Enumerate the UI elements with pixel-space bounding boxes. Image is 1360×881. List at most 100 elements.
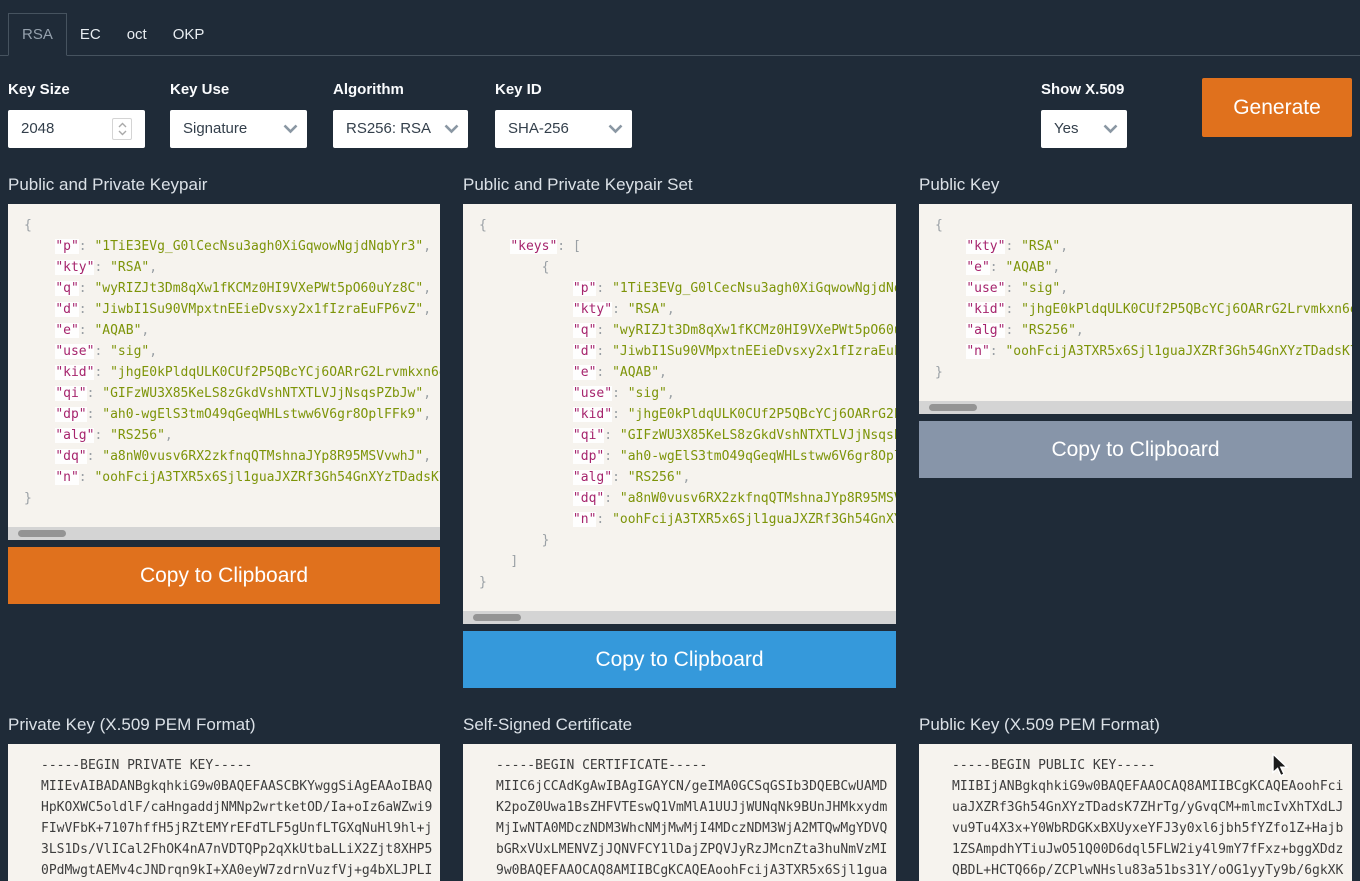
- generate-button[interactable]: Generate: [1202, 78, 1352, 137]
- code-line: 9w0BAQEFAAOCAQ8AMIIBCgKCAQEAoohFcijA3TXR…: [496, 860, 896, 881]
- certificate-panel: Self-Signed Certificate -----BEGIN CERTI…: [463, 710, 896, 881]
- keypair-set-json-code: { "keys": [ { "p": "1TiE3EVg_G0lCecNsu3a…: [463, 204, 896, 624]
- code-line: "keys": [: [479, 236, 896, 257]
- algorithm-field: Algorithm RS256: RSA: [333, 82, 468, 148]
- chevron-down-icon: [605, 124, 623, 134]
- mkjwk-json-web-key-generator: RSA EC oct OKP Key Size 2048 Key Use Sig…: [0, 0, 1360, 881]
- show-x509-label: Show X.509: [1041, 82, 1127, 97]
- code-line: "alg": "RS256",: [479, 467, 896, 488]
- algorithm-select[interactable]: RS256: RSA: [333, 110, 468, 148]
- panel-title: Public Key (X.509 PEM Format): [919, 710, 1352, 744]
- key-use-label: Key Use: [170, 82, 307, 97]
- code-line: -----BEGIN PRIVATE KEY-----: [41, 755, 440, 776]
- key-size-value: 2048: [21, 120, 54, 137]
- copy-to-clipboard-button[interactable]: Copy to Clipboard: [463, 631, 896, 688]
- code-line: "kid": "jhgE0kPldqULK0CUf2P5QBcYCj6OARrG…: [479, 404, 896, 425]
- algorithm-value: RS256: RSA: [346, 120, 431, 137]
- key-id-field: Key ID SHA-256: [495, 82, 632, 148]
- code-line: }: [24, 488, 440, 509]
- code-line: "kty": "RSA",: [935, 236, 1352, 257]
- certificate-pem-code: -----BEGIN CERTIFICATE-----MIIC6jCCAdKgA…: [463, 744, 896, 881]
- spinner-up-icon[interactable]: [118, 122, 127, 128]
- tab-ec[interactable]: EC: [67, 14, 114, 55]
- private-key-pem-panel: Private Key (X.509 PEM Format) -----BEGI…: [8, 710, 440, 881]
- key-id-value: SHA-256: [508, 120, 569, 137]
- key-use-select[interactable]: Signature: [170, 110, 307, 148]
- tab-rsa[interactable]: RSA: [8, 13, 67, 56]
- code-line: }: [479, 572, 896, 593]
- panel-title: Public and Private Keypair: [8, 170, 440, 204]
- keypair-panel: Public and Private Keypair { "p": "1TiE3…: [8, 170, 440, 604]
- chevron-down-icon: [441, 124, 459, 134]
- panel-title: Public and Private Keypair Set: [463, 170, 896, 204]
- show-x509-field: Show X.509 Yes: [1041, 82, 1127, 148]
- code-line: FIwVFbK+7107hffH5jRZtEMYrEFdTLF5gUnfLTGX…: [41, 818, 440, 839]
- code-line: 0PdMwgtAEMv4cJNDrqn9kI+XA0eyW7zdrnVuzfVj…: [41, 860, 440, 881]
- code-line: "kid": "jhgE0kPldqULK0CUf2P5QBcYCj6OARrG…: [24, 362, 440, 383]
- code-line: "e": "AQAB",: [24, 320, 440, 341]
- code-line: "n": "oohFcijA3TXR5x6Sjl1guaJXZRf3Gh54Gn…: [935, 341, 1352, 362]
- code-line: "alg": "RS256",: [24, 425, 440, 446]
- code-line: "n": "oohFcijA3TXR5x6Sjl1guaJXZRf3Gh54Gn…: [479, 509, 896, 530]
- code-line: }: [479, 530, 896, 551]
- code-line: "d": "JiwbI1Su90VMpxtnEEieDvsxy2x1fIzraE…: [479, 341, 896, 362]
- spinner-down-icon[interactable]: [118, 130, 127, 136]
- key-id-label: Key ID: [495, 82, 632, 97]
- code-line: MIIBIjANBgkqhkiG9w0BAQEFAAOCAQ8AMIIBCgKC…: [952, 776, 1352, 797]
- code-line: "qi": "GIFzWU3X85KeLS8zGkdVshNTXTLVJjNsq…: [479, 425, 896, 446]
- code-line: "e": "AQAB",: [935, 257, 1352, 278]
- public-key-json-code: { "kty": "RSA", "e": "AQAB", "use": "sig…: [919, 204, 1352, 414]
- horizontal-scrollbar[interactable]: [919, 401, 1352, 414]
- code-line: {: [479, 257, 896, 278]
- public-key-panel: Public Key { "kty": "RSA", "e": "AQAB", …: [919, 170, 1352, 478]
- scrollbar-thumb[interactable]: [929, 404, 977, 411]
- keypair-json-code: { "p": "1TiE3EVg_G0lCecNsu3agh0XiGqwowNg…: [8, 204, 440, 540]
- scrollbar-thumb[interactable]: [473, 614, 521, 621]
- public-key-pem-panel: Public Key (X.509 PEM Format) -----BEGIN…: [919, 710, 1352, 881]
- code-line: -----BEGIN PUBLIC KEY-----: [952, 755, 1352, 776]
- code-line: "qi": "GIFzWU3X85KeLS8zGkdVshNTXTLVJjNsq…: [24, 383, 440, 404]
- code-line: "dq": "a8nW0vusv6RX2zkfnqQTMshnaJYp8R95M…: [479, 488, 896, 509]
- key-size-label: Key Size: [8, 82, 145, 97]
- number-spinner[interactable]: [112, 118, 132, 140]
- chevron-down-icon: [280, 124, 298, 134]
- code-line: }: [935, 362, 1352, 383]
- tab-okp[interactable]: OKP: [160, 14, 218, 55]
- panel-title: Self-Signed Certificate: [463, 710, 896, 744]
- code-line: uaJXZRf3Gh54GnXYzTDadsK7ZHrTg/yGvqCM+mlm…: [952, 797, 1352, 818]
- code-line: "use": "sig",: [479, 383, 896, 404]
- scrollbar-thumb[interactable]: [18, 530, 66, 537]
- chevron-down-icon: [1100, 124, 1118, 134]
- code-line: "d": "JiwbI1Su90VMpxtnEEieDvsxy2x1fIzraE…: [24, 299, 440, 320]
- key-id-select[interactable]: SHA-256: [495, 110, 632, 148]
- code-line: K2poZ0Uwa1BsZHFVTEswQ1VmMlA1UUJjWUNqNk9B…: [496, 797, 896, 818]
- copy-to-clipboard-button[interactable]: Copy to Clipboard: [919, 421, 1352, 478]
- code-line: "use": "sig",: [935, 278, 1352, 299]
- code-line: -----BEGIN CERTIFICATE-----: [496, 755, 896, 776]
- code-line: "e": "AQAB",: [479, 362, 896, 383]
- code-line: {: [935, 215, 1352, 236]
- keypair-set-panel: Public and Private Keypair Set { "keys":…: [463, 170, 896, 688]
- code-line: "kid": "jhgE0kPldqULK0CUf2P5QBcYCj6OARrG…: [935, 299, 1352, 320]
- panel-title: Public Key: [919, 170, 1352, 204]
- code-line: "p": "1TiE3EVg_G0lCecNsu3agh0XiGqwowNgjd…: [24, 236, 440, 257]
- horizontal-scrollbar[interactable]: [463, 611, 896, 624]
- code-line: "kty": "RSA",: [479, 299, 896, 320]
- tab-oct[interactable]: oct: [114, 14, 160, 55]
- key-size-input[interactable]: 2048: [8, 110, 145, 148]
- panel-title: Private Key (X.509 PEM Format): [8, 710, 440, 744]
- code-line: "q": "wyRIZJt3Dm8qXw1fKCMz0HI9VXePWt5pO6…: [479, 320, 896, 341]
- key-size-field: Key Size 2048: [8, 82, 145, 148]
- code-line: "alg": "RS256",: [935, 320, 1352, 341]
- code-line: MIIEvAIBADANBgkqhkiG9w0BAQEFAASCBKYwggSi…: [41, 776, 440, 797]
- show-x509-select[interactable]: Yes: [1041, 110, 1127, 148]
- horizontal-scrollbar[interactable]: [8, 527, 440, 540]
- code-line: bGRxVUxLMENVZjJQNVFCY1lDajZPQVJyRzJMcnZt…: [496, 839, 896, 860]
- copy-to-clipboard-button[interactable]: Copy to Clipboard: [8, 547, 440, 604]
- code-line: "n": "oohFcijA3TXR5x6Sjl1guaJXZRf3Gh54Gn…: [24, 467, 440, 488]
- code-line: "q": "wyRIZJt3Dm8qXw1fKCMz0HI9VXePWt5pO6…: [24, 278, 440, 299]
- code-line: MIIC6jCCAdKgAwIBAgIGAYCN/geIMA0GCSqGSIb3…: [496, 776, 896, 797]
- code-line: QBDL+HCTQ66p/ZCPlwNHslu83a51bs31Y/oOG1yy…: [952, 860, 1352, 881]
- algorithm-label: Algorithm: [333, 82, 468, 97]
- key-type-tabbar: RSA EC oct OKP: [0, 0, 1360, 56]
